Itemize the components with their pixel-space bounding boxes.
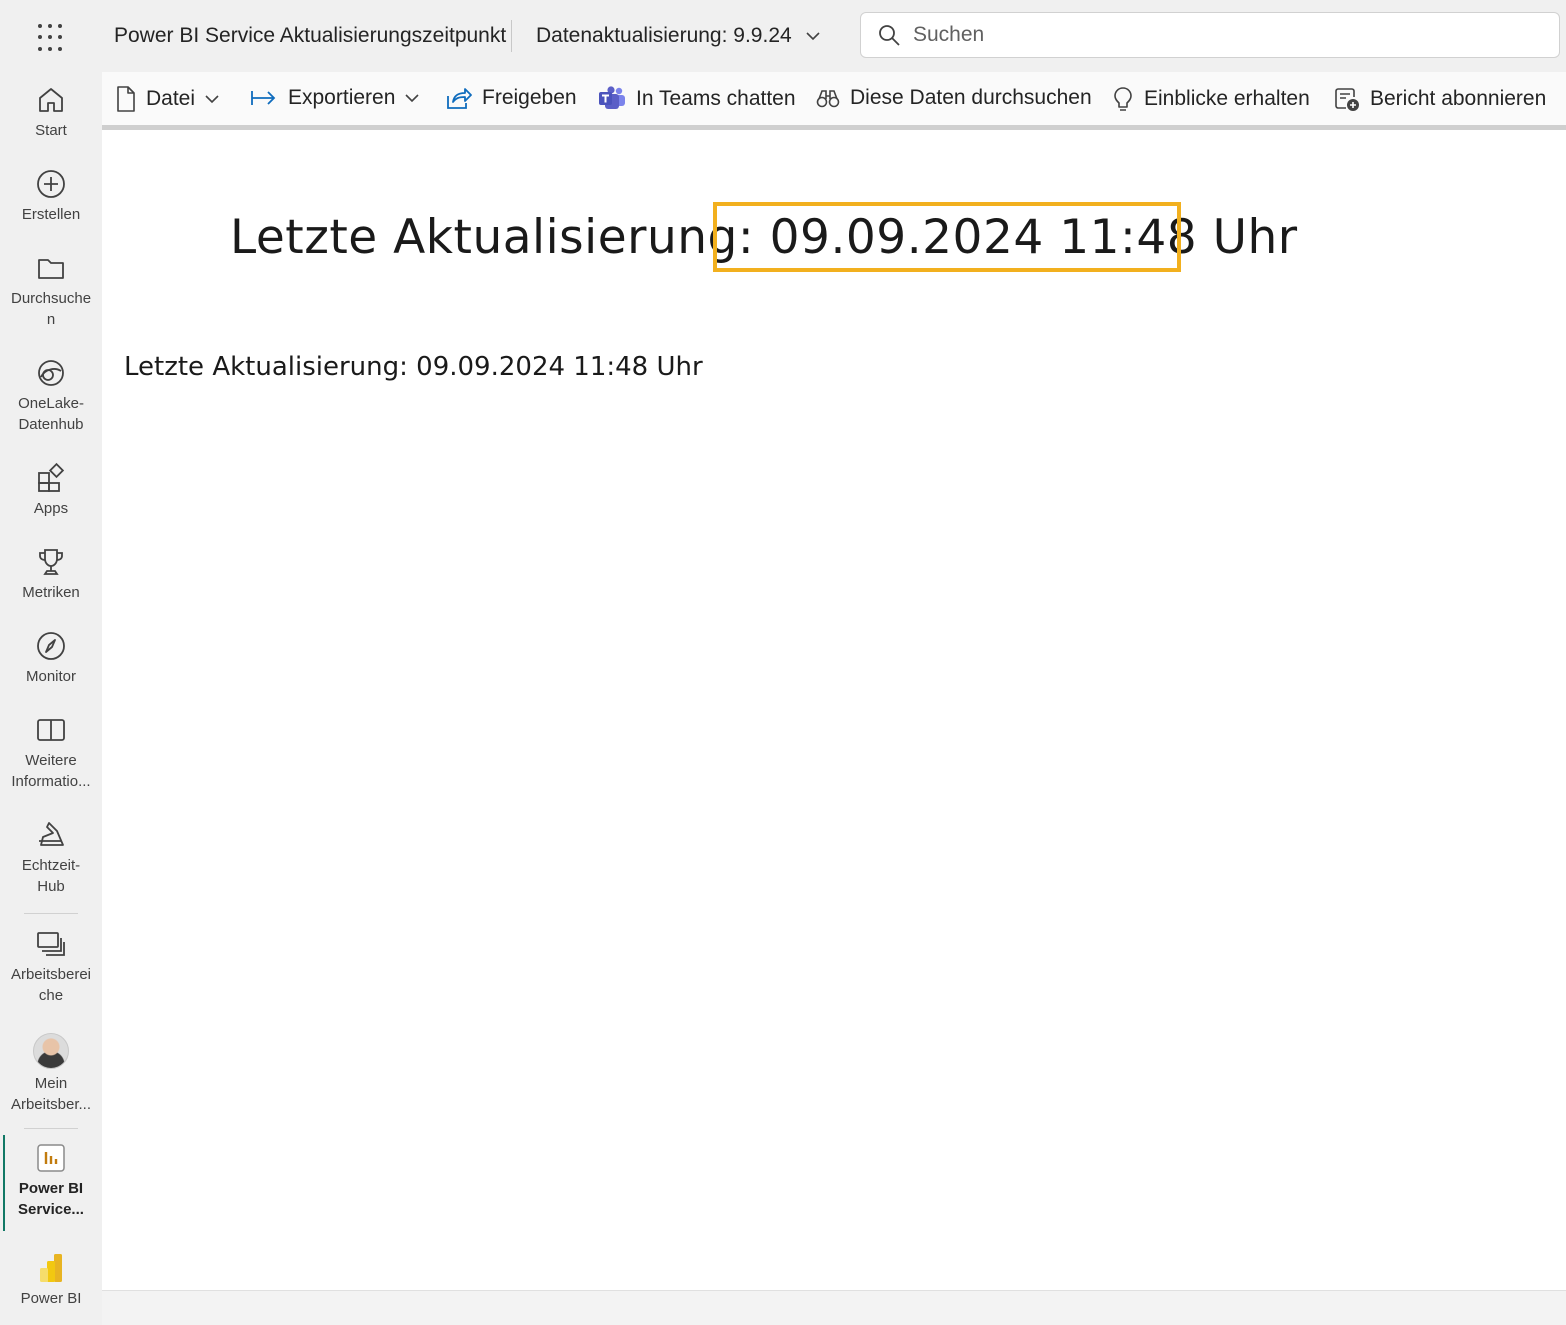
search-box[interactable] bbox=[860, 12, 1560, 58]
nav-item-power-bi-service[interactable]: Power BI Service... bbox=[0, 1142, 102, 1220]
chevron-down-icon bbox=[806, 32, 820, 41]
home-icon bbox=[39, 88, 63, 112]
report-icon bbox=[37, 1144, 65, 1172]
file-menu-button[interactable]: Datei bbox=[116, 86, 219, 112]
nav-item-erstellen[interactable]: Erstellen bbox=[0, 168, 102, 225]
add-circle-icon bbox=[37, 170, 65, 198]
teams-icon bbox=[599, 86, 625, 109]
data-refresh-dropdown[interactable]: Datenaktualisierung: 9.9.24 bbox=[536, 24, 820, 48]
insights-label: Einblicke erhalten bbox=[1144, 87, 1310, 110]
nav-item-echtzeit-hub[interactable]: Echtzeit-Hub bbox=[0, 819, 102, 897]
explore-data-label: Diese Daten durchsuchen bbox=[850, 86, 1092, 109]
nav-item-label: Weitere Informatio... bbox=[11, 752, 91, 790]
share-label: Freigeben bbox=[482, 86, 577, 109]
file-label: Datei bbox=[146, 87, 196, 110]
nav-item-label: Arbeitsberei che bbox=[10, 966, 92, 1004]
chevron-down-icon bbox=[405, 94, 419, 103]
avatar bbox=[33, 1033, 69, 1069]
nav-item-label: Monitor bbox=[25, 668, 77, 685]
nav-item-label: Metriken bbox=[22, 584, 80, 601]
teams-chat-label: In Teams chatten bbox=[636, 87, 796, 110]
subscribe-label: Bericht abonnieren bbox=[1370, 87, 1547, 110]
share-button[interactable]: Freigeben bbox=[446, 86, 577, 110]
title-divider bbox=[511, 20, 512, 52]
nav-item-power-bi[interactable]: Power BI bbox=[0, 1252, 102, 1309]
realtime-hub-icon bbox=[39, 822, 64, 846]
report-canvas: Letzte Aktualisierung: 09.09.2024 11:48 … bbox=[102, 130, 1566, 1290]
nav-item-onelake[interactable]: OneLake-Datenhub bbox=[0, 357, 102, 435]
nav-separator bbox=[24, 1128, 78, 1129]
book-icon bbox=[37, 719, 65, 741]
power-bi-logo-icon bbox=[40, 1254, 62, 1282]
export-menu-button[interactable]: Exportieren bbox=[250, 86, 419, 110]
report-footer bbox=[102, 1290, 1566, 1325]
nav-item-arbeitsbereiche[interactable]: Arbeitsberei che bbox=[0, 928, 102, 1006]
insights-button[interactable]: Einblicke erhalten bbox=[1112, 86, 1310, 112]
data-refresh-label: Datenaktualisierung: 9.9.24 bbox=[536, 24, 792, 47]
search-input[interactable] bbox=[911, 22, 1515, 48]
binoculars-icon bbox=[816, 90, 840, 108]
app-launcher-icon[interactable] bbox=[36, 22, 68, 54]
nav-item-label: OneLake-Datenhub bbox=[18, 395, 84, 433]
nav-item-metriken[interactable]: Metriken bbox=[0, 546, 102, 603]
top-bar: Power BI Service Aktualisierungszeitpunk… bbox=[0, 0, 1566, 72]
report-toolbar: Datei Exportieren Freigeben In Teams cha… bbox=[102, 72, 1566, 130]
export-label: Exportieren bbox=[288, 86, 396, 109]
nav-item-label: Mein Arbeitsber... bbox=[10, 1075, 92, 1113]
explore-data-button[interactable]: Diese Daten durchsuchen bbox=[816, 86, 1092, 110]
workspaces-icon bbox=[37, 932, 65, 956]
chevron-down-icon bbox=[205, 95, 219, 104]
compass-icon bbox=[37, 632, 65, 660]
highlight-frame bbox=[713, 202, 1181, 272]
search-icon bbox=[879, 25, 900, 46]
folder-icon bbox=[38, 259, 64, 279]
nav-item-apps[interactable]: Apps bbox=[0, 462, 102, 519]
left-navigation: Start Erstellen Durchsuche n OneLake-Dat… bbox=[0, 72, 102, 1324]
nav-item-label: Durchsuche n bbox=[11, 290, 92, 328]
lightbulb-icon bbox=[1114, 87, 1132, 111]
nav-item-weitere-informationen[interactable]: Weitere Informatio... bbox=[0, 714, 102, 792]
onelake-icon bbox=[38, 360, 64, 386]
apps-icon bbox=[38, 462, 65, 492]
last-refresh-label: Letzte Aktualisierung: bbox=[230, 210, 755, 265]
nav-item-monitor[interactable]: Monitor bbox=[0, 630, 102, 687]
document-icon bbox=[117, 86, 135, 112]
subscribe-icon bbox=[1335, 88, 1359, 111]
nav-separator bbox=[24, 913, 78, 914]
main-panel: Datei Exportieren Freigeben In Teams cha… bbox=[102, 72, 1566, 1325]
last-refresh-card: Letzte Aktualisierung: 09.09.2024 11:48 … bbox=[124, 352, 703, 382]
report-title: Power BI Service Aktualisierungszeitpunk… bbox=[114, 24, 507, 47]
teams-chat-button[interactable]: In Teams chatten bbox=[598, 86, 796, 112]
nav-item-label: Start bbox=[35, 122, 67, 139]
export-arrow-icon bbox=[251, 91, 276, 105]
nav-item-start[interactable]: Start bbox=[0, 84, 102, 141]
trophy-icon bbox=[39, 549, 63, 575]
share-icon bbox=[447, 88, 472, 109]
nav-item-mein-arbeitsbereich[interactable]: Mein Arbeitsber... bbox=[0, 1033, 102, 1115]
nav-item-label: Power BI bbox=[20, 1290, 82, 1307]
nav-item-label: Echtzeit-Hub bbox=[21, 857, 81, 895]
nav-item-label: Apps bbox=[33, 500, 69, 517]
nav-item-label: Erstellen bbox=[21, 206, 81, 223]
subscribe-report-button[interactable]: Bericht abonnieren bbox=[1334, 86, 1546, 112]
nav-item-label: Power BI Service... bbox=[18, 1180, 84, 1218]
nav-item-durchsuchen[interactable]: Durchsuche n bbox=[0, 252, 102, 330]
